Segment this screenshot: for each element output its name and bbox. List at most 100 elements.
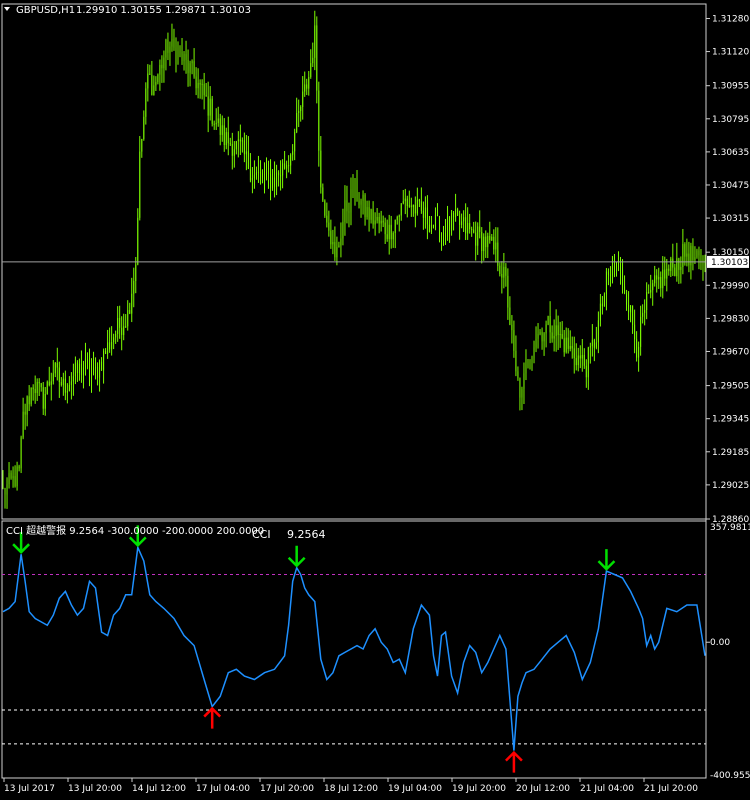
candle-body xyxy=(398,215,400,217)
time-tick-label: 13 Jul 2017 xyxy=(4,784,55,794)
candle-body xyxy=(145,88,147,117)
candle-body xyxy=(605,271,607,295)
price-tick-label: 1.29185 xyxy=(712,448,749,458)
candle-body xyxy=(328,222,330,231)
candle-body xyxy=(533,347,535,358)
candle-body xyxy=(91,373,93,377)
candle-body xyxy=(255,172,257,175)
candle-body xyxy=(50,381,52,385)
candle-body xyxy=(668,268,670,271)
candle-body xyxy=(396,216,398,221)
candle-body xyxy=(346,200,348,212)
candle-body xyxy=(171,38,173,47)
candle-body xyxy=(527,359,529,367)
candle-body xyxy=(658,276,660,280)
candle-body xyxy=(388,224,390,240)
candle-body xyxy=(2,482,4,489)
candle-body xyxy=(261,172,263,178)
candle-body xyxy=(257,171,259,173)
candle-body xyxy=(12,476,14,479)
candle-body xyxy=(111,341,113,350)
candle-body xyxy=(392,232,394,240)
candle-body xyxy=(173,38,175,48)
candle-body xyxy=(135,264,137,281)
candle-body xyxy=(469,223,471,230)
candle-body xyxy=(276,172,278,187)
candle-body xyxy=(247,151,249,169)
candle-body xyxy=(465,217,467,234)
candle-body xyxy=(531,357,533,363)
candle-body xyxy=(477,226,479,246)
candle-body xyxy=(676,258,678,277)
candle-body xyxy=(205,95,207,97)
candle-body xyxy=(394,220,396,233)
candle-body xyxy=(62,378,64,386)
candle-body xyxy=(149,73,151,75)
candle-body xyxy=(646,292,648,311)
candle-body xyxy=(231,144,233,156)
candle-body xyxy=(599,303,601,321)
candle-body xyxy=(585,365,587,378)
candle-body xyxy=(344,200,346,222)
candle-body xyxy=(565,337,567,353)
cci-current-value: 9.2564 xyxy=(287,528,326,541)
candle-body xyxy=(408,205,410,207)
candle-body xyxy=(485,236,487,248)
candle-body xyxy=(624,286,626,294)
candle-body xyxy=(402,201,404,204)
candle-body xyxy=(410,205,412,208)
candle-body xyxy=(543,333,545,342)
candle-body xyxy=(461,221,463,225)
candle-body xyxy=(640,316,642,347)
candle-body xyxy=(358,201,360,205)
candle-body xyxy=(163,57,165,69)
candle-body xyxy=(155,82,157,86)
candle-body xyxy=(660,276,662,289)
candle-body xyxy=(611,266,613,276)
candle-body xyxy=(181,52,183,62)
candle-body xyxy=(64,378,66,393)
candle-body xyxy=(539,332,541,334)
candle-body xyxy=(573,348,575,359)
candle-body xyxy=(330,230,332,245)
candle-body xyxy=(525,359,527,374)
current-price-label: 1.30103 xyxy=(711,258,748,268)
candle-body xyxy=(696,250,698,258)
candle-body xyxy=(20,437,22,469)
candle-body xyxy=(698,250,700,256)
price-tick-label: 1.29505 xyxy=(712,382,749,392)
candle-body xyxy=(129,310,131,314)
candle-body xyxy=(366,207,368,217)
candle-body xyxy=(443,233,445,235)
candle-body xyxy=(308,76,310,89)
candle-body xyxy=(672,258,674,268)
candle-body xyxy=(666,268,668,279)
candle-body xyxy=(211,98,213,124)
candle-body xyxy=(459,215,461,225)
time-tick-label: 21 Jul 04:00 xyxy=(580,784,634,794)
price-tick-label: 1.30635 xyxy=(712,148,749,158)
candle-body xyxy=(479,226,481,232)
candle-body xyxy=(523,373,525,389)
candle-body xyxy=(593,339,595,348)
candle-body xyxy=(123,326,125,335)
candle-body xyxy=(8,472,10,485)
candle-body xyxy=(185,54,187,60)
candle-body xyxy=(159,64,161,75)
candle-body xyxy=(430,224,432,233)
candle-body xyxy=(571,345,573,349)
price-tick-label: 1.30475 xyxy=(712,181,749,191)
candle-body xyxy=(249,168,251,181)
time-tick-label: 17 Jul 04:00 xyxy=(196,784,250,794)
candle-body xyxy=(473,229,475,233)
candle-body xyxy=(10,472,12,479)
candle-body xyxy=(487,235,489,248)
candle-body xyxy=(18,466,20,469)
candle-body xyxy=(117,317,119,334)
candle-body xyxy=(694,257,696,260)
candle-body xyxy=(245,151,247,155)
time-tick-label: 13 Jul 20:00 xyxy=(68,784,122,794)
candle-body xyxy=(591,339,593,347)
candle-body xyxy=(167,40,169,53)
candle-body xyxy=(219,118,221,135)
